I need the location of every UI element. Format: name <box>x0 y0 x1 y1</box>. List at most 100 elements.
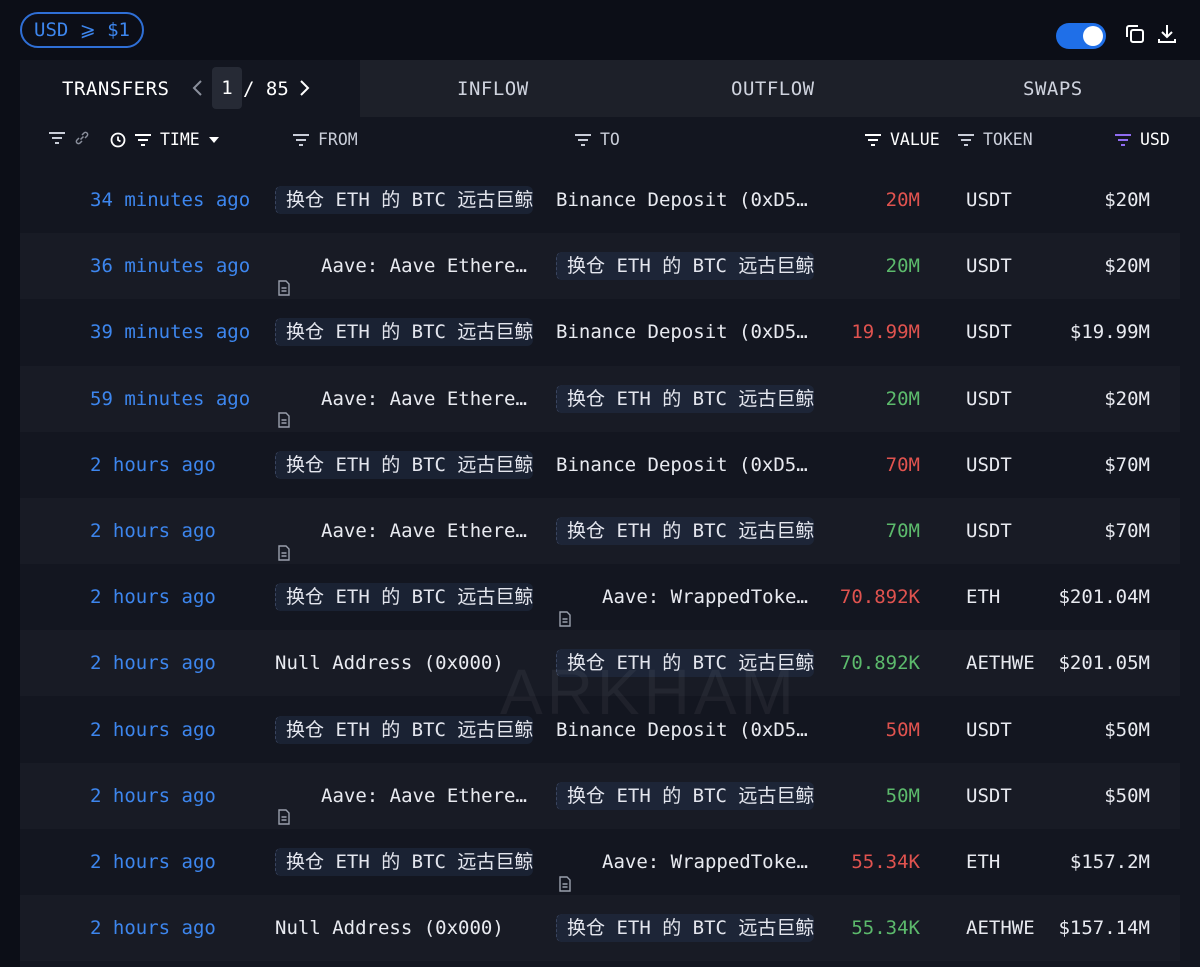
to-entity[interactable]: Aave: WrappedToke… <box>602 851 808 873</box>
from-cell[interactable]: 换仓 ETH 的 BTC 远古巨鲸 <box>275 829 545 895</box>
time-link[interactable]: 2 hours ago <box>90 498 280 564</box>
tab-group: INFLOW OUTFLOW SWAPS <box>360 60 1200 117</box>
value-column-header[interactable]: VALUE <box>864 130 940 149</box>
value-amount: 55.34K <box>851 851 920 873</box>
table-row[interactable]: 2 hours ago 换仓 ETH 的 BTC 远古巨鲸 Aave: Wrappe… <box>20 829 1180 895</box>
from-cell[interactable]: 换仓 ETH 的 BTC 远古巨鲸 <box>275 564 545 630</box>
to-entity[interactable]: 换仓 ETH 的 BTC 远古巨鲸 <box>556 914 815 943</box>
token-column-header[interactable]: TOKEN <box>957 130 1033 149</box>
from-entity[interactable]: Null Address (0x000) <box>275 652 504 674</box>
usd-amount: $19.99M <box>1069 321 1150 344</box>
token-header-label: TOKEN <box>983 130 1033 149</box>
table-row[interactable]: 39 minutes ago 换仓 ETH 的 BTC 远古巨鲸 Binance D… <box>20 299 1180 365</box>
from-entity[interactable]: Aave: Aave Ethere… <box>321 520 527 542</box>
time-link[interactable]: 2 hours ago <box>90 697 280 763</box>
tab-transfers[interactable]: TRANSFERS 1 / 85 <box>20 60 360 117</box>
token-symbol: ETH <box>966 586 1001 609</box>
to-column-header[interactable]: TO <box>574 130 620 149</box>
link-icon <box>75 131 89 145</box>
from-cell[interactable]: Aave: Aave Ethere… <box>275 233 545 299</box>
token-symbol: USDT <box>966 387 1012 410</box>
to-cell[interactable]: Binance Deposit (0xD5… <box>556 299 831 365</box>
time-link[interactable]: 2 hours ago <box>90 829 280 895</box>
usd-filter-button[interactable]: USD ⩾ $1 <box>20 12 144 48</box>
to-entity[interactable]: 换仓 ETH 的 BTC 远古巨鲸 <box>556 252 815 281</box>
time-column-header[interactable]: TIME <box>110 130 220 149</box>
to-cell[interactable]: Binance Deposit (0xD5… <box>556 167 831 233</box>
page-current[interactable]: 1 <box>212 67 242 109</box>
table-row[interactable]: 2 hours ago Aave: Aave Ethere… 换仓 ETH 的 BT… <box>20 762 1180 829</box>
to-cell[interactable]: 换仓 ETH 的 BTC 远古巨鲸 <box>556 233 831 299</box>
from-entity[interactable]: Aave: Aave Ethere… <box>321 388 527 410</box>
table-row[interactable]: 2 hours ago Aave: Aave Ethere… 换仓 ETH 的 BT… <box>20 498 1180 564</box>
from-cell[interactable]: Aave: Aave Ethere… <box>275 366 545 432</box>
tab-outflow[interactable]: OUTFLOW <box>731 78 815 100</box>
time-link[interactable]: 2 hours ago <box>90 895 280 961</box>
download-icon[interactable] <box>1155 22 1179 46</box>
from-entity[interactable]: Aave: Aave Ethere… <box>321 255 527 277</box>
to-cell[interactable]: 换仓 ETH 的 BTC 远古巨鲸 <box>556 498 831 564</box>
to-cell[interactable]: Aave: WrappedToke… <box>556 829 831 895</box>
usd-amount: $201.04M <box>1058 586 1150 609</box>
to-cell[interactable]: 换仓 ETH 的 BTC 远古巨鲸 <box>556 763 831 829</box>
from-column-header[interactable]: FROM <box>292 130 358 149</box>
to-entity[interactable]: 换仓 ETH 的 BTC 远古巨鲸 <box>556 517 815 545</box>
from-entity[interactable]: 换仓 ETH 的 BTC 远古巨鲸 <box>275 318 534 347</box>
table-row[interactable]: 2 hours ago 换仓 ETH 的 BTC 远古巨鲸 Aave: Wrappe… <box>20 564 1180 630</box>
to-entity[interactable]: Binance Deposit (0xD5… <box>556 454 808 476</box>
table-row[interactable]: 2 hours ago Null Address (0x000) 换仓 ETH 的 … <box>20 895 1180 962</box>
from-entity[interactable]: 换仓 ETH 的 BTC 远古巨鲸 <box>275 848 534 876</box>
time-link[interactable]: 2 hours ago <box>90 763 280 829</box>
to-entity[interactable]: Binance Deposit (0xD5… <box>556 189 808 211</box>
from-entity[interactable]: 换仓 ETH 的 BTC 远古巨鲸 <box>275 583 534 612</box>
time-link[interactable]: 2 hours ago <box>90 432 280 498</box>
view-toggle[interactable] <box>1056 23 1106 49</box>
to-cell[interactable]: Aave: WrappedToke… <box>556 564 831 630</box>
table-row[interactable]: 36 minutes ago Aave: Aave Ethere… 换仓 ETH 的… <box>20 233 1180 300</box>
from-cell[interactable]: Null Address (0x000) <box>275 895 545 961</box>
from-cell[interactable]: 换仓 ETH 的 BTC 远古巨鲸 <box>275 299 545 365</box>
filter-icon <box>958 133 974 146</box>
copy-icon[interactable] <box>1123 22 1147 46</box>
table-row[interactable]: 59 minutes ago Aave: Aave Ethere… 换仓 ETH 的… <box>20 365 1180 432</box>
value-amount: 19.99M <box>851 321 920 344</box>
time-link[interactable]: 59 minutes ago <box>90 366 280 432</box>
value-header-label: VALUE <box>890 130 940 149</box>
tab-inflow[interactable]: INFLOW <box>457 78 529 100</box>
from-cell[interactable]: Aave: Aave Ethere… <box>275 498 545 564</box>
to-cell[interactable]: 换仓 ETH 的 BTC 远古巨鲸 <box>556 366 831 432</box>
tab-swaps[interactable]: SWAPS <box>1023 78 1083 100</box>
to-entity[interactable]: Aave: WrappedToke… <box>602 586 808 608</box>
chevron-left-icon[interactable] <box>190 76 206 100</box>
time-link[interactable]: 34 minutes ago <box>90 167 280 233</box>
filter-link-controls[interactable] <box>48 130 90 146</box>
time-link[interactable]: 36 minutes ago <box>90 233 280 299</box>
to-entity[interactable]: 换仓 ETH 的 BTC 远古巨鲸 <box>556 781 815 810</box>
from-entity[interactable]: Aave: Aave Ethere… <box>321 785 527 807</box>
table-row[interactable]: 2 hours ago 换仓 ETH 的 BTC 远古巨鲸 Binance Depo… <box>20 432 1180 498</box>
token-symbol: USDT <box>966 321 1012 344</box>
from-entity[interactable]: 换仓 ETH 的 BTC 远古巨鲸 <box>275 186 534 214</box>
to-entity[interactable]: Binance Deposit (0xD5… <box>556 321 808 343</box>
time-link[interactable]: 2 hours ago <box>90 564 280 630</box>
value-amount: 55.34K <box>851 917 920 940</box>
value-amount: 50M <box>885 784 920 807</box>
to-entity[interactable]: 换仓 ETH 的 BTC 远古巨鲸 <box>556 384 815 413</box>
filter-icon <box>575 133 591 146</box>
from-entity[interactable]: Null Address (0x000) <box>275 917 504 939</box>
toggle-knob <box>1083 26 1103 46</box>
time-link[interactable]: 2 hours ago <box>90 630 280 696</box>
to-cell[interactable]: 换仓 ETH 的 BTC 远古巨鲸 <box>556 895 831 961</box>
from-cell[interactable]: 换仓 ETH 的 BTC 远古巨鲸 <box>275 432 545 498</box>
usd-amount: $70M <box>1104 520 1150 542</box>
from-cell[interactable]: Aave: Aave Ethere… <box>275 763 545 829</box>
chevron-right-icon[interactable] <box>296 76 312 100</box>
usd-column-header[interactable]: USD <box>1114 130 1170 149</box>
from-cell[interactable]: 换仓 ETH 的 BTC 远古巨鲸 <box>275 167 545 233</box>
filter-icon <box>49 132 65 144</box>
to-cell[interactable]: Binance Deposit (0xD5… <box>556 432 831 498</box>
time-link[interactable]: 39 minutes ago <box>90 299 280 365</box>
from-entity[interactable]: 换仓 ETH 的 BTC 远古巨鲸 <box>275 450 534 479</box>
from-entity[interactable]: 换仓 ETH 的 BTC 远古巨鲸 <box>275 715 534 744</box>
table-row[interactable]: 34 minutes ago 换仓 ETH 的 BTC 远古巨鲸 Binance D… <box>20 167 1180 233</box>
